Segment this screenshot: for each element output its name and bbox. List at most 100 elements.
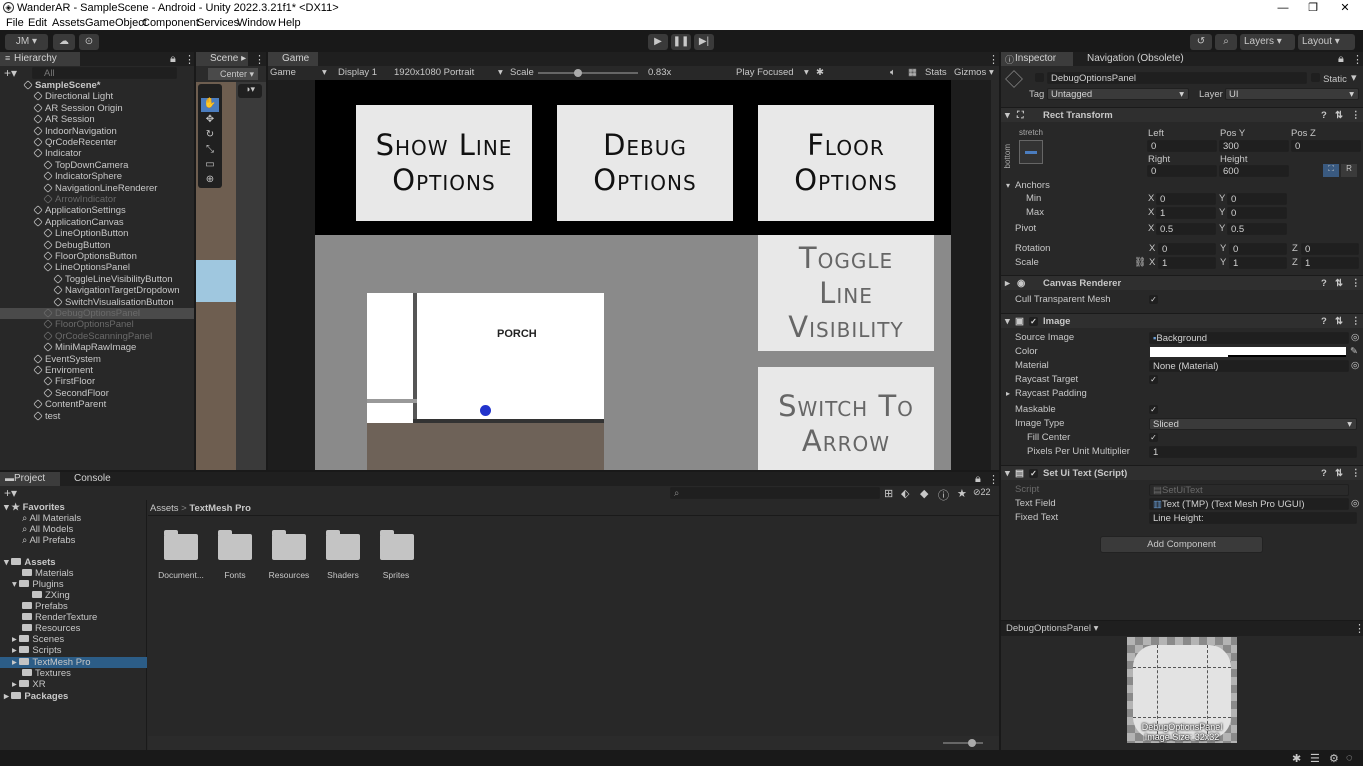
- hierarchy-item[interactable]: DebugOptionsPanel: [0, 308, 194, 319]
- object-picker-icon[interactable]: ◎: [1351, 497, 1359, 511]
- raycast-padding-row[interactable]: ▸ Raycast Padding: [1001, 387, 1363, 401]
- anchor-max-y-field[interactable]: 0: [1227, 207, 1287, 219]
- asset-folder-item[interactable]: ZXing: [32, 590, 70, 601]
- tab-game[interactable]: Game: [268, 52, 318, 66]
- anchor-max-x-field[interactable]: 1: [1156, 207, 1216, 219]
- gizmos-toggle[interactable]: Gizmos: [954, 66, 986, 80]
- hierarchy-item[interactable]: QrCodeRecenter: [0, 137, 194, 148]
- assets-header[interactable]: ▾ Assets: [4, 557, 56, 568]
- folder-label[interactable]: Resources: [259, 570, 319, 580]
- hierarchy-item[interactable]: LineOptionsPanel: [0, 262, 194, 273]
- breadcrumb-item[interactable]: Assets: [150, 503, 179, 514]
- tab-console[interactable]: Console: [60, 472, 125, 486]
- help-icon[interactable]: ?: [1321, 108, 1327, 123]
- component-menu-icon[interactable]: ⋮: [1351, 276, 1361, 291]
- gizmos-chevron-icon[interactable]: ▾: [989, 66, 994, 80]
- asset-folder-item[interactable]: ▾ Plugins: [12, 579, 64, 590]
- fixed-text-field[interactable]: Line Height:: [1149, 512, 1357, 524]
- hierarchy-item[interactable]: TopDownCamera: [0, 160, 194, 171]
- rotate-tool-icon[interactable]: ↻: [201, 129, 219, 143]
- component-menu-icon[interactable]: ⋮: [1351, 466, 1361, 481]
- anchor-preset-button[interactable]: [1019, 140, 1043, 164]
- color-swatch[interactable]: [1150, 347, 1346, 357]
- debug-options-button[interactable]: Debug Options: [557, 105, 733, 221]
- floor-options-button[interactable]: Floor Options: [758, 105, 934, 221]
- asset-folder-item-selected[interactable]: ▸ TextMesh Pro: [0, 657, 147, 668]
- preview-title[interactable]: DebugOptionsPanel ▾: [1006, 623, 1098, 634]
- scale-y-field[interactable]: 1: [1229, 257, 1287, 269]
- menu-gameobject[interactable]: GameObject: [85, 17, 147, 29]
- menu-edit[interactable]: Edit: [28, 17, 47, 29]
- asset-folder-item[interactable]: Materials: [22, 568, 74, 579]
- game-mode-chevron-icon[interactable]: ▾: [322, 66, 327, 80]
- preset-icon[interactable]: ⇅: [1335, 276, 1343, 291]
- blueprint-mode-icon[interactable]: ⛶: [1323, 164, 1339, 177]
- icon-size-slider[interactable]: [943, 742, 983, 744]
- bug-icon[interactable]: ✱: [816, 66, 824, 80]
- display-dropdown[interactable]: Display 1: [338, 66, 377, 80]
- game-scrollbar[interactable]: [991, 80, 999, 470]
- text-field-field[interactable]: ▥Text (TMP) (Text Mesh Pro UGUI): [1149, 498, 1349, 510]
- favorite-item[interactable]: ⌕ All Models: [22, 524, 73, 535]
- search-icon[interactable]: ⌕: [1215, 34, 1237, 50]
- account-dropdown[interactable]: JM ▾: [5, 34, 48, 50]
- pivot-y-field[interactable]: 0.5: [1227, 223, 1287, 235]
- hierarchy-item[interactable]: IndicatorSphere: [0, 171, 194, 182]
- step-button[interactable]: ▶|: [694, 34, 714, 50]
- stats-toggle[interactable]: Stats: [925, 66, 947, 80]
- hierarchy-item[interactable]: ContentParent: [0, 399, 194, 410]
- scene-root-item[interactable]: SampleScene*: [0, 80, 194, 91]
- preset-icon[interactable]: ⇅: [1335, 108, 1343, 123]
- pivot-dropdown[interactable]: Center ▾: [208, 68, 258, 80]
- minimize-icon[interactable]: —: [1268, 0, 1298, 16]
- scale-slider[interactable]: [538, 72, 638, 74]
- anchors-row[interactable]: ▾ Anchors: [1001, 179, 1363, 193]
- add-icon[interactable]: +▾: [4, 66, 17, 80]
- cache-server-icon[interactable]: ☰: [1310, 752, 1320, 765]
- fill-center-checkbox[interactable]: ✓: [1149, 433, 1158, 442]
- game-mode-dropdown[interactable]: Game: [270, 66, 296, 80]
- folder-icon[interactable]: [380, 530, 414, 560]
- link-icon[interactable]: ⛓: [1134, 256, 1146, 270]
- folder-icon[interactable]: [272, 530, 306, 560]
- hierarchy-item[interactable]: AR Session: [0, 114, 194, 125]
- folder-label[interactable]: Shaders: [313, 570, 373, 580]
- active-toggle[interactable]: [1035, 73, 1044, 85]
- gizmo-overlay-icon[interactable]: ◑▾: [238, 84, 262, 98]
- favorites-header[interactable]: ▾ ★ Favorites: [4, 502, 65, 513]
- source-image-field[interactable]: ▪Background: [1149, 332, 1349, 344]
- folder-icon[interactable]: [326, 530, 360, 560]
- left-field[interactable]: 0: [1147, 140, 1217, 152]
- move-tool-icon[interactable]: ✥: [201, 114, 219, 128]
- favorite-item[interactable]: ⌕ All Materials: [22, 513, 81, 524]
- right-field[interactable]: 0: [1147, 165, 1217, 177]
- scale-x-field[interactable]: 1: [1158, 257, 1216, 269]
- hierarchy-item[interactable]: test: [0, 411, 194, 422]
- rotation-z-field[interactable]: 0: [1301, 243, 1359, 255]
- inspector-kebab-icon[interactable]: ⋮: [1352, 53, 1363, 66]
- favorite-item[interactable]: ⌕ All Prefabs: [22, 535, 75, 546]
- folder-icon[interactable]: [164, 530, 198, 560]
- hierarchy-item[interactable]: ApplicationCanvas: [0, 217, 194, 228]
- notification-icon[interactable]: ◌: [1346, 752, 1353, 764]
- ppu-field[interactable]: 1: [1149, 446, 1357, 458]
- keyboard-icon[interactable]: ▦: [908, 66, 917, 80]
- info-icon[interactable]: ⓘ: [938, 487, 949, 503]
- scale-tool-icon[interactable]: ⤡: [201, 144, 219, 158]
- show-line-options-button[interactable]: Show Line Options: [356, 105, 532, 221]
- asset-folder-item[interactable]: RenderTexture: [22, 612, 97, 623]
- lock-icon[interactable]: 🔒︎: [170, 53, 176, 66]
- help-icon[interactable]: ?: [1321, 314, 1327, 329]
- menu-assets[interactable]: Assets: [52, 17, 85, 29]
- posz-field[interactable]: 0: [1291, 140, 1361, 152]
- kebab-icon[interactable]: ⋮: [184, 53, 195, 66]
- tab-hierarchy[interactable]: Hierarchy: [0, 52, 80, 66]
- progress-icon[interactable]: ⚙: [1329, 752, 1339, 765]
- menu-services[interactable]: Services: [197, 17, 239, 29]
- hierarchy-item[interactable]: ArrowIndicator: [0, 194, 194, 205]
- switch-to-arrow-button[interactable]: Switch To Arrow: [758, 367, 934, 470]
- layout-dropdown[interactable]: Layout ▾: [1298, 34, 1355, 50]
- object-picker-icon[interactable]: ◎: [1351, 331, 1359, 345]
- script-enabled-checkbox[interactable]: ✓: [1029, 469, 1038, 478]
- object-picker-icon[interactable]: ◎: [1351, 359, 1359, 373]
